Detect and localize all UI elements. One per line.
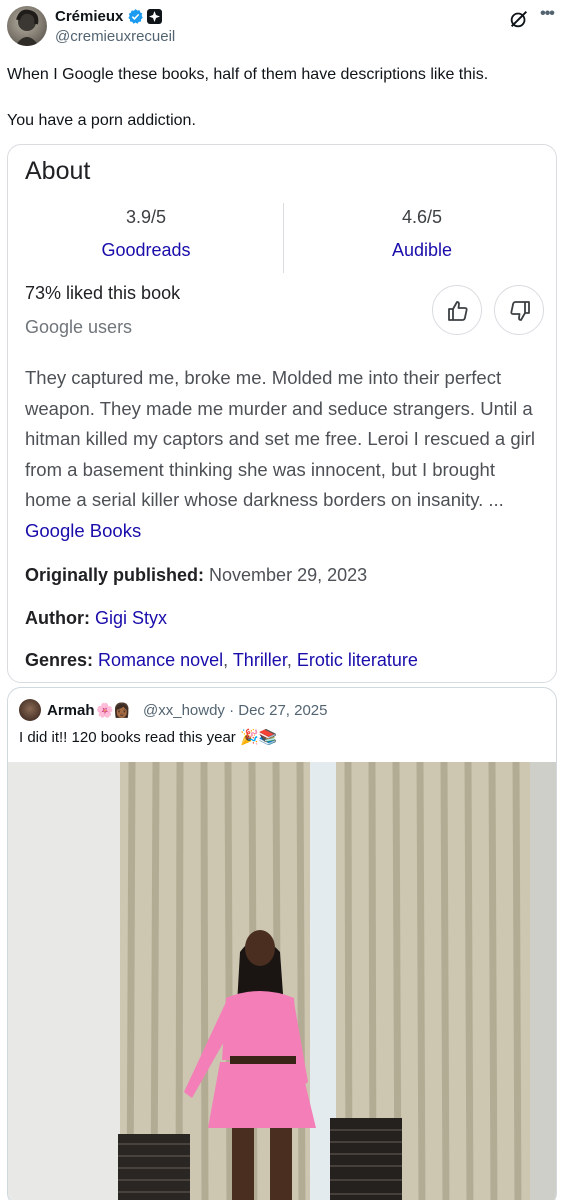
liked-percentage: 73% liked this book: [25, 283, 181, 303]
post-header: Crémieux @cremieuxrecueil •••: [0, 0, 564, 56]
published-value: November 29, 2023: [209, 565, 368, 585]
genre-link: Thriller: [232, 650, 287, 670]
thumbs-down-button: [494, 285, 544, 335]
thumbs-down-icon: [510, 301, 530, 321]
more-options-icon[interactable]: •••: [536, 5, 558, 27]
author-name[interactable]: Crémieux: [55, 8, 123, 25]
rating-source: Audible: [391, 240, 453, 260]
thumbs-up-button: [432, 285, 482, 335]
published-row: Originally published: November 29, 2023: [25, 565, 367, 586]
quoted-avatar: [19, 699, 41, 721]
quoted-name-emoji: 🌸👩🏾: [96, 702, 131, 718]
quoted-author-name: Armah: [47, 702, 95, 719]
genre-link: Erotic literature: [296, 650, 418, 670]
quoted-tweet[interactable]: Armah 🌸👩🏾 @xx_howdy · Dec 27, 2025 I did…: [7, 687, 557, 1200]
rating-score: 4.6/5: [401, 207, 443, 227]
rating-source: Goodreads: [101, 240, 191, 260]
affiliate-badge-icon[interactable]: [147, 9, 162, 24]
author-avatar[interactable]: [7, 6, 47, 46]
author-label: Author:: [25, 608, 90, 628]
google-books-link: Google Books: [25, 519, 142, 541]
author-handle[interactable]: @cremieuxrecueil: [55, 28, 175, 45]
about-title: About: [25, 157, 91, 185]
about-card-image[interactable]: About 3.9/5 Goodreads 4.6/5 Audible 73% …: [7, 144, 557, 683]
description-text: They captured me, broke me. Molded me in…: [25, 367, 536, 510]
quoted-text: I did it!! 120 books read this year 🎉📚: [19, 729, 278, 746]
liked-by: Google users: [25, 317, 133, 337]
author-link: Gigi Styx: [95, 608, 168, 628]
rating-divider: [283, 203, 284, 273]
quoted-photo[interactable]: [8, 762, 557, 1200]
quoted-handle-date: @xx_howdy · Dec 27, 2025: [143, 702, 328, 719]
author-row: Author: Gigi Styx: [25, 608, 167, 629]
genre-link: Romance novel: [98, 650, 224, 670]
book-description: They captured me, broke me. Molded me in…: [25, 363, 541, 546]
post-text-line-1: When I Google these books, half of them …: [7, 66, 489, 83]
genres-row: Genres: Romance novel, Thriller, Erotic …: [25, 650, 418, 670]
verified-badge-icon: [128, 9, 143, 24]
rating-score: 3.9/5: [125, 207, 167, 227]
published-label: Originally published:: [25, 565, 205, 585]
rating-goodreads: 3.9/5 Goodreads: [16, 207, 276, 261]
thumbs-up-icon: [448, 301, 468, 321]
rating-audible: 4.6/5 Audible: [292, 207, 552, 261]
post-text-line-2: You have a porn addiction.: [7, 112, 196, 129]
genres-label: Genres:: [25, 650, 94, 670]
grok-icon[interactable]: [508, 8, 530, 30]
